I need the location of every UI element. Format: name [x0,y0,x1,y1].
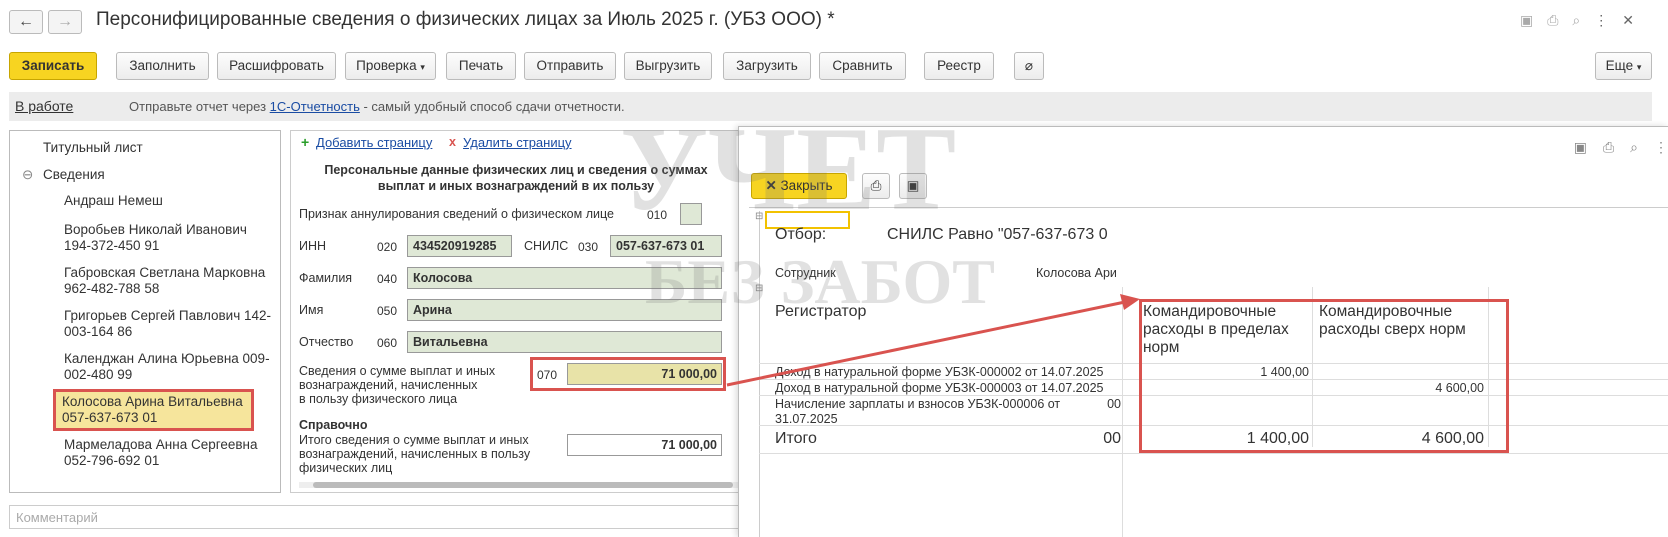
annotation-arrow [726,294,1140,387]
